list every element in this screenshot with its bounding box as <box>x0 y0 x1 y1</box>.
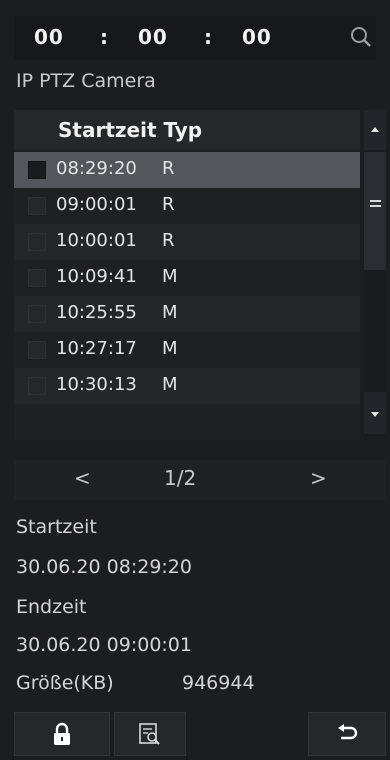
search-file-button[interactable] <box>114 712 186 756</box>
row-type: M <box>162 374 178 395</box>
row-start-time: 10:30:13 <box>56 374 137 395</box>
row-type: M <box>162 338 178 359</box>
list-item[interactable]: 10:30:13 M <box>14 368 360 404</box>
row-checkbox[interactable] <box>28 269 46 287</box>
row-type: R <box>162 194 175 215</box>
end-value: 30.06.20 09:00:01 <box>16 634 192 656</box>
row-start-time: 10:09:41 <box>56 266 137 287</box>
list-item[interactable]: 10:00:01 R <box>14 224 360 260</box>
back-button[interactable] <box>308 712 386 756</box>
lock-icon <box>54 722 70 745</box>
scroll-thumb[interactable] <box>364 152 386 270</box>
start-label: Startzeit <box>16 516 97 538</box>
camera-title: IP PTZ Camera <box>16 70 156 92</box>
back-icon <box>338 724 358 740</box>
row-start-time: 09:00:01 <box>56 194 137 215</box>
list-item[interactable]: 09:00:01 R <box>14 188 360 224</box>
row-checkbox[interactable] <box>28 377 46 395</box>
start-value: 30.06.20 08:29:20 <box>16 556 192 578</box>
row-start-time: 10:27:17 <box>56 338 137 359</box>
row-checkbox[interactable] <box>28 233 46 251</box>
list-item[interactable]: 08:29:20 R <box>14 152 360 188</box>
row-start-time: 10:25:55 <box>56 302 137 323</box>
row-checkbox[interactable] <box>28 161 46 179</box>
search-file-icon <box>139 723 160 745</box>
pagination: < 1/2 > <box>14 460 386 500</box>
list-item[interactable]: 10:27:17 M <box>14 332 360 368</box>
grip-icon <box>370 200 381 207</box>
row-checkbox[interactable] <box>28 305 46 323</box>
row-checkbox[interactable] <box>28 341 46 359</box>
row-type: R <box>162 158 175 179</box>
time-separator: : <box>100 25 108 49</box>
list-header-label: Startzeit Typ <box>58 118 203 142</box>
caret-down-icon <box>371 412 379 417</box>
scroll-up-button[interactable] <box>364 110 386 150</box>
row-type: M <box>162 266 178 287</box>
hours-field[interactable]: 00 <box>34 25 64 49</box>
row-type: R <box>162 230 175 251</box>
next-page-button[interactable]: > <box>310 466 327 490</box>
row-start-time: 10:00:01 <box>56 230 137 251</box>
caret-up-icon <box>371 127 379 132</box>
end-label: Endzeit <box>16 596 87 618</box>
search-icon[interactable] <box>348 24 374 50</box>
list-item[interactable]: 10:25:55 M <box>14 296 360 332</box>
row-checkbox[interactable] <box>28 197 46 215</box>
row-start-time: 08:29:20 <box>56 158 137 179</box>
lock-button[interactable] <box>14 712 110 756</box>
list-header: Startzeit Typ <box>14 110 360 150</box>
minutes-field[interactable]: 00 <box>138 25 168 49</box>
time-filter[interactable]: 00 : 00 : 00 <box>14 16 376 60</box>
list-item[interactable]: 10:09:41 M <box>14 260 360 296</box>
prev-page-button[interactable]: < <box>74 466 91 490</box>
page-indicator: 1/2 <box>164 466 197 490</box>
row-type: M <box>162 302 178 323</box>
time-separator: : <box>204 25 212 49</box>
seconds-field[interactable]: 00 <box>242 25 272 49</box>
size-value: 946944 <box>182 672 255 694</box>
size-label: Größe(KB) <box>16 672 114 694</box>
scroll-down-button[interactable] <box>364 392 386 434</box>
